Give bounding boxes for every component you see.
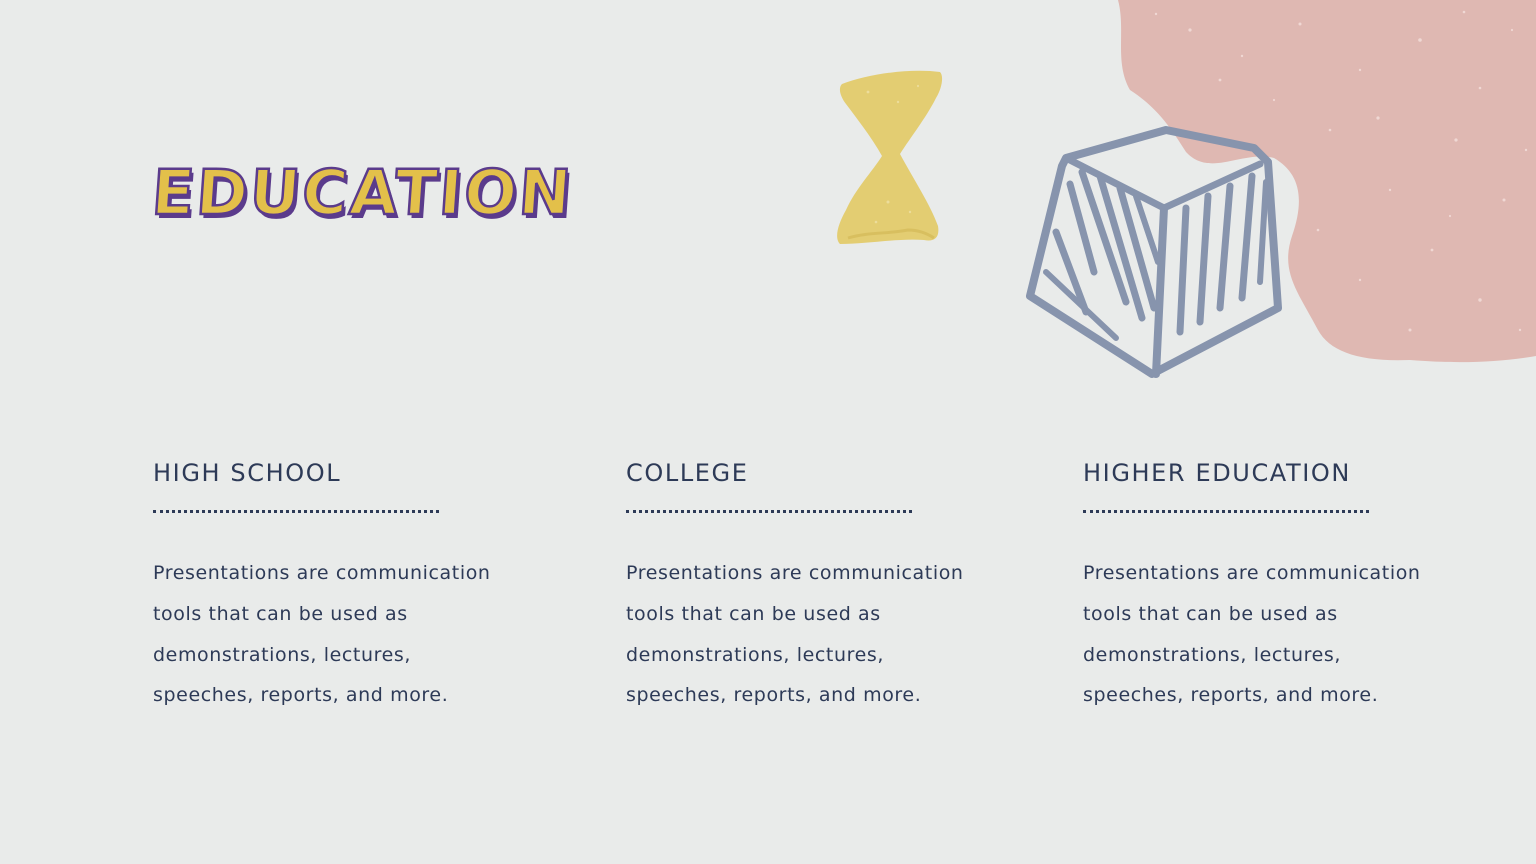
- column-college: COLLEGE Presentations are communication …: [626, 456, 986, 716]
- column-heading: COLLEGE: [626, 459, 749, 487]
- column-body-text: Presentations are communication tools th…: [153, 562, 491, 707]
- column-body-text: Presentations are communication tools th…: [626, 562, 964, 707]
- column-body-text: Presentations are communication tools th…: [1083, 562, 1421, 707]
- column-heading: HIGHER EDUCATION: [1083, 459, 1351, 487]
- slide-title: EDUCATION: [148, 155, 576, 231]
- dotted-divider: [1083, 510, 1369, 513]
- dotted-divider: [153, 510, 439, 513]
- dotted-divider: [626, 510, 912, 513]
- slide: EDUCATION HIGH SCHOOL Presentations are …: [0, 0, 1536, 864]
- hourglass-doodle-icon: [837, 70, 943, 245]
- column-high-school: HIGH SCHOOL Presentations are communicat…: [153, 456, 513, 716]
- column-heading: HIGH SCHOOL: [153, 459, 342, 487]
- column-higher-education: HIGHER EDUCATION Presentations are commu…: [1083, 456, 1443, 716]
- cube-doodle-icon: [1026, 126, 1282, 378]
